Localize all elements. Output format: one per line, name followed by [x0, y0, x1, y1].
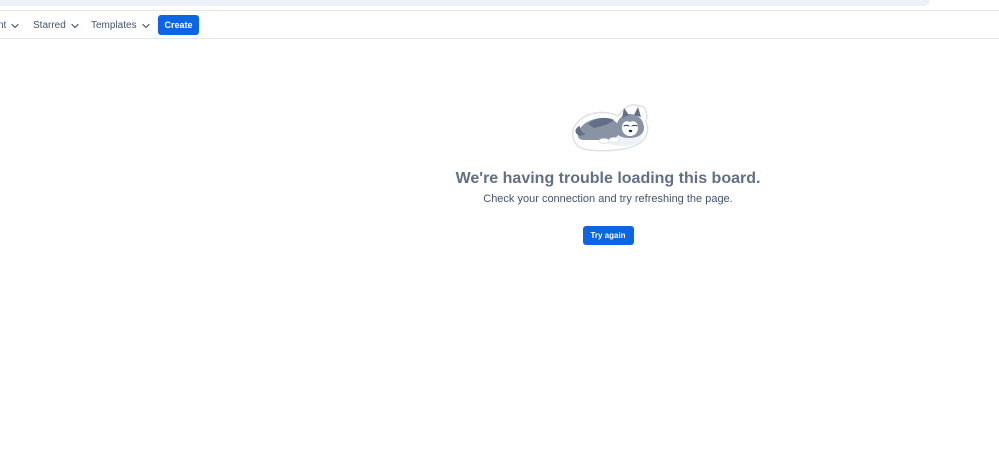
top-navigation-bar: nt Starred Templates Create: [0, 10, 999, 39]
nav-dropdown-templates[interactable]: Templates: [91, 16, 150, 35]
chevron-down-icon: [71, 23, 79, 28]
create-button[interactable]: Create: [158, 15, 199, 35]
error-message: Check your connection and try refreshing…: [483, 193, 733, 205]
sleeping-husky-illustration: [572, 104, 649, 152]
chevron-down-icon: [11, 23, 19, 28]
nav-dropdown-recent-label: nt: [0, 20, 7, 31]
board-load-error: We're having trouble loading this board.…: [420, 100, 796, 245]
chevron-down-icon: [141, 23, 150, 28]
error-title: We're having trouble loading this board.: [455, 170, 761, 187]
nav-dropdown-templates-label: Templates: [91, 20, 137, 31]
browser-address-strip: [0, 0, 930, 6]
nav-dropdown-recent[interactable]: nt: [0, 16, 19, 35]
nav-dropdown-starred[interactable]: Starred: [33, 16, 79, 35]
nav-dropdown-starred-label: Starred: [33, 20, 66, 31]
try-again-button[interactable]: Try again: [582, 226, 634, 245]
